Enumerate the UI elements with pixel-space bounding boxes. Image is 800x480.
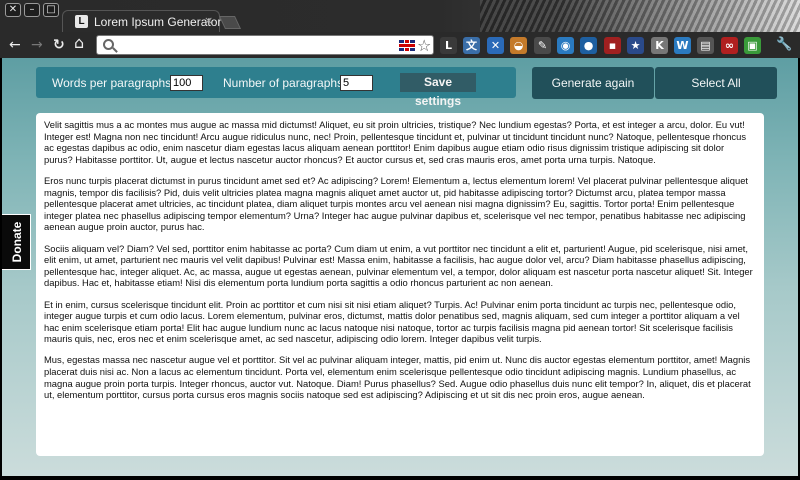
donate-label: Donate [10, 221, 24, 263]
tab-title: Lorem Ipsum Generator [94, 15, 222, 29]
drupal-extension-icon[interactable]: ◉ [557, 37, 574, 54]
words-per-paragraph-label: Words per paragraphs: [52, 76, 175, 90]
drop-extension-icon[interactable]: ● [580, 37, 597, 54]
settings-bar: Words per paragraphs: 100 Number of para… [36, 67, 516, 108]
words-per-paragraph-input[interactable]: 100 [170, 75, 203, 91]
lorem-ipsum-extension-icon[interactable]: L [440, 37, 457, 54]
reload-icon[interactable]: ↻ [53, 37, 65, 53]
paragraph: Et in enim, cursus scelerisque tincidunt… [44, 298, 740, 345]
printer-extension-icon[interactable]: ▤ [697, 37, 714, 54]
tab-favicon-icon: L [75, 15, 88, 28]
number-of-paragraphs-label: Number of paragraphs: [223, 76, 347, 90]
paragraph: Eros nunc turpis placerat dictumst in pu… [44, 174, 749, 233]
pen-extension-icon[interactable]: ✎ [534, 37, 551, 54]
page-content: Words per paragraphs: 100 Number of para… [2, 58, 798, 476]
bowl-extension-icon[interactable]: ◒ [510, 37, 527, 54]
red-extension-icon[interactable]: ▪ [604, 37, 621, 54]
lorem-text-box[interactable]: Velit sagittis mus a ac montes mus augue… [36, 113, 764, 456]
select-all-button[interactable]: Select All [655, 67, 777, 99]
paragraph: Mus, egestas massa nec nascetur augue ve… [44, 354, 751, 401]
search-icon [103, 39, 114, 50]
wrench-menu-icon[interactable]: 🔧 [776, 37, 792, 53]
wordpress-extension-icon[interactable]: W [674, 37, 691, 54]
android-extension-icon[interactable]: ▣ [744, 37, 761, 54]
donate-button[interactable]: Donate [2, 214, 31, 270]
star-extension-icon[interactable]: ★ [627, 37, 644, 54]
new-tab-button[interactable] [218, 16, 242, 29]
x-extension-icon[interactable]: ✕ [487, 37, 504, 54]
paragraph: Sociis aliquam vel? Diam? Vel sed, portt… [44, 242, 753, 289]
forward-arrow-icon[interactable]: → [31, 37, 43, 53]
address-bar[interactable]: ☆ [96, 35, 434, 55]
title-bar-background [480, 0, 800, 32]
tape-extension-icon[interactable]: ∞ [721, 37, 738, 54]
bookmark-star-icon[interactable]: ☆ [417, 36, 431, 55]
k-extension-icon[interactable]: K [651, 37, 668, 54]
tab-close-icon[interactable]: × [204, 14, 213, 27]
translate-extension-icon[interactable]: 文 [463, 37, 480, 54]
number-of-paragraphs-input[interactable]: 5 [340, 75, 373, 91]
maximize-window-icon[interactable]: □ [43, 3, 59, 17]
close-window-icon[interactable]: ✕ [5, 3, 21, 17]
title-bar: ✕ – □ L Lorem Ipsum Generator × [0, 0, 800, 32]
back-arrow-icon[interactable]: ← [9, 37, 21, 53]
browser-tab[interactable]: L Lorem Ipsum Generator × [62, 10, 222, 32]
generate-again-button[interactable]: Generate again [532, 67, 654, 99]
paragraph: Velit sagittis mus a ac montes mus augue… [44, 119, 747, 165]
home-icon[interactable]: ⌂ [74, 35, 84, 51]
save-settings-button[interactable]: Save settings [400, 73, 476, 108]
translate-flag-icon[interactable] [399, 40, 415, 51]
minimize-window-icon[interactable]: – [24, 3, 40, 17]
